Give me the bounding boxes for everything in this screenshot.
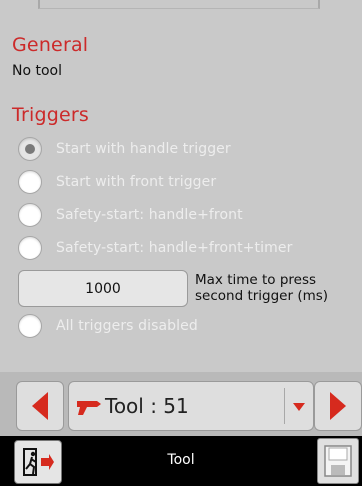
max-time-caption: Max time to press second trigger (ms) (195, 272, 355, 304)
trigger-option-label: All triggers disabled (56, 318, 198, 334)
dropdown-divider (284, 388, 285, 424)
top-tab-strip (38, 0, 320, 9)
next-tool-button[interactable] (314, 381, 362, 431)
radio-button[interactable] (18, 170, 42, 194)
trigger-option-safety-timer[interactable]: Safety-start: handle+front+timer (18, 234, 292, 262)
radio-button[interactable] (18, 314, 42, 338)
trigger-option-label: Safety-start: handle+front+timer (56, 240, 293, 256)
trigger-option-front[interactable]: Start with front trigger (18, 168, 216, 196)
general-heading: General (12, 34, 89, 56)
tool-status-text: No tool (12, 63, 62, 79)
settings-panel: General No tool Triggers Start with hand… (0, 0, 362, 372)
radio-button[interactable] (18, 137, 42, 161)
max-time-caption-line1: Max time to press (195, 272, 317, 288)
tool-selector[interactable]: Tool : 51 (68, 381, 314, 431)
exit-button[interactable] (14, 440, 62, 484)
max-time-caption-line2: second trigger (ms) (195, 288, 329, 304)
max-time-input[interactable]: 1000 (18, 270, 188, 307)
left-arrow-icon (32, 392, 48, 420)
right-arrow-icon (330, 392, 346, 420)
trigger-option-handle[interactable]: Start with handle trigger (18, 135, 231, 163)
chevron-down-icon[interactable] (292, 402, 306, 412)
exit-icon (23, 448, 54, 476)
trigger-option-safety[interactable]: Safety-start: handle+front (18, 201, 243, 229)
tool-selector-label: Tool : 51 (105, 394, 189, 418)
trigger-option-all-disabled[interactable]: All triggers disabled (18, 312, 198, 340)
save-icon (324, 445, 352, 477)
drill-icon (77, 401, 101, 415)
triggers-heading: Triggers (12, 104, 90, 126)
previous-tool-button[interactable] (16, 381, 64, 431)
trigger-option-label: Start with front trigger (56, 174, 217, 190)
radio-button[interactable] (18, 236, 42, 260)
trigger-option-label: Start with handle trigger (56, 141, 231, 157)
save-button[interactable] (317, 438, 359, 484)
trigger-option-label: Safety-start: handle+front (56, 207, 243, 223)
radio-button[interactable] (18, 203, 42, 227)
